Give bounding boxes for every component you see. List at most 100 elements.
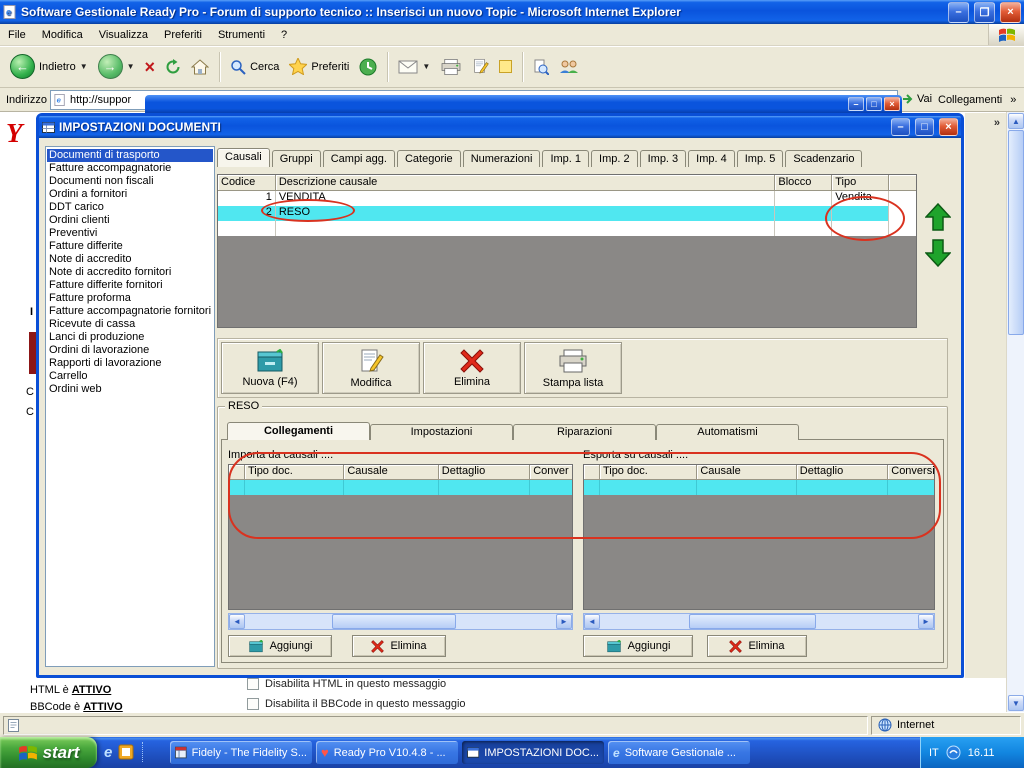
forward-button[interactable]: → ▼ [94, 51, 139, 82]
column-header[interactable]: Blocco [775, 175, 833, 191]
tab-automatismi[interactable]: Automatismi [656, 424, 799, 440]
column-header[interactable]: Causale [697, 465, 797, 480]
minimize-button[interactable]: – [848, 97, 864, 111]
history-button[interactable] [355, 55, 381, 79]
column-header[interactable]: Dettaglio [796, 465, 889, 480]
tab-numerazioni[interactable]: Numerazioni [462, 150, 541, 167]
list-item-selected[interactable]: Documenti di trasporto [47, 149, 213, 162]
cell-descrizione[interactable]: VENDITA [275, 191, 776, 206]
list-item[interactable]: Fatture proforma [47, 292, 213, 305]
cell-codice[interactable]: 1 [218, 191, 276, 206]
clock[interactable]: 16.11 [968, 747, 995, 759]
tab-causali[interactable]: Causali [217, 148, 270, 167]
scrollbar-thumb[interactable] [1008, 130, 1024, 335]
column-header[interactable]: Causale [344, 465, 439, 480]
mail-button[interactable]: ▼ [394, 57, 434, 77]
scrollbar-thumb[interactable] [689, 614, 817, 629]
scroll-up-icon[interactable]: ▲ [1008, 113, 1024, 129]
tab-collegamenti[interactable]: Collegamenti [227, 422, 370, 440]
column-header[interactable]: Tipo doc. [599, 465, 698, 480]
list-item[interactable]: Carrello [47, 370, 213, 383]
elimina-button[interactable]: Elimina [423, 342, 521, 394]
links-bar[interactable]: Collegamenti » [938, 94, 1016, 106]
messenger-button[interactable] [555, 57, 583, 77]
close-button[interactable]: × [884, 97, 900, 111]
chevron-right-icon[interactable]: » [1010, 94, 1016, 106]
start-button[interactable]: start [0, 737, 97, 768]
list-item[interactable]: Fatture accompagnatorie [47, 162, 213, 175]
stop-button[interactable]: × [141, 55, 160, 79]
app-quicklaunch-icon[interactable] [118, 744, 134, 760]
list-item[interactable]: Note di accredito [47, 253, 213, 266]
list-item[interactable]: Preventivi [47, 227, 213, 240]
tab-impostazioni[interactable]: Impostazioni [370, 424, 513, 440]
task-impostazioni-active[interactable]: IMPOSTAZIONI DOC... [462, 741, 604, 764]
forward-dropdown-icon[interactable]: ▼ [127, 62, 135, 71]
menu-modifica[interactable]: Modifica [34, 26, 91, 44]
column-header[interactable]: Codice [218, 175, 276, 191]
import-grid[interactable]: Tipo doc. Causale Dettaglio Conver [228, 464, 573, 610]
list-item[interactable]: Fatture differite [47, 240, 213, 253]
move-down-button[interactable] [923, 238, 953, 268]
tab-scadenzario[interactable]: Scadenzario [785, 150, 863, 167]
list-item[interactable]: Fatture accompagnatorie fornitori [47, 305, 213, 318]
menu-file[interactable]: File [0, 26, 34, 44]
scrollbar-track[interactable] [245, 614, 556, 629]
modifica-button[interactable]: Modifica [322, 342, 420, 394]
toolbar-overflow-chevron-icon[interactable]: » [994, 117, 1000, 129]
list-item[interactable]: Ordini web [47, 383, 213, 396]
list-item[interactable]: Ricevute di cassa [47, 318, 213, 331]
menu-strumenti[interactable]: Strumenti [210, 26, 273, 44]
task-readypro[interactable]: ♥ Ready Pro V10.4.8 - ... [316, 741, 458, 764]
tab-imp4[interactable]: Imp. 4 [688, 150, 735, 167]
menu-help[interactable]: ? [273, 26, 295, 44]
column-header[interactable]: Conversi [888, 465, 934, 480]
cell-tipo[interactable] [832, 206, 890, 221]
home-button[interactable] [187, 56, 213, 78]
search-button[interactable]: Cerca [226, 56, 283, 78]
scroll-right-icon[interactable]: ► [918, 614, 934, 629]
ie-quicklaunch-icon[interactable]: e [104, 745, 112, 760]
column-header[interactable]: Tipo doc. [244, 465, 345, 480]
list-item[interactable]: Ordini di lavorazione [47, 344, 213, 357]
tab-categorie[interactable]: Categorie [396, 150, 461, 167]
menu-visualizza[interactable]: Visualizza [91, 26, 156, 44]
export-elimina-button[interactable]: Elimina [707, 635, 807, 657]
scroll-left-icon[interactable]: ◄ [229, 614, 245, 629]
export-horizontal-scrollbar[interactable]: ◄ ► [583, 613, 935, 630]
tab-campi-agg[interactable]: Campi agg. [322, 150, 395, 167]
grid-row-selected-empty[interactable] [229, 480, 572, 495]
list-item[interactable]: Rapporti di lavorazione [47, 357, 213, 370]
scroll-right-icon[interactable]: ► [556, 614, 572, 629]
vertical-scrollbar[interactable]: ▲ ▼ [1006, 112, 1024, 712]
minimize-button[interactable]: – [948, 1, 969, 23]
cell-tipo[interactable]: Vendita [832, 191, 890, 206]
list-item[interactable]: Ordini a fornitori [47, 188, 213, 201]
research-button[interactable] [529, 56, 553, 78]
grid-row-selected-empty[interactable] [584, 480, 934, 495]
import-horizontal-scrollbar[interactable]: ◄ ► [228, 613, 573, 630]
stampa-lista-button[interactable]: Stampa lista [524, 342, 622, 394]
grid-row-vendita[interactable]: 1 VENDITA Vendita [218, 191, 916, 206]
minimize-button[interactable]: – [891, 118, 910, 136]
move-up-button[interactable] [923, 202, 953, 232]
document-type-list[interactable]: Documenti di trasporto Fatture accompagn… [45, 146, 215, 667]
html-status-link[interactable]: ATTIVO [72, 684, 112, 696]
import-aggiungi-button[interactable]: Aggiungi [228, 635, 332, 657]
cell-blocco[interactable] [775, 191, 833, 206]
list-item[interactable]: Note di accredito fornitori [47, 266, 213, 279]
scrollbar-thumb[interactable] [332, 614, 457, 629]
cell-blocco[interactable] [775, 206, 833, 221]
restore-button[interactable]: ❐ [974, 1, 995, 23]
mail-dropdown-icon[interactable]: ▼ [422, 62, 430, 71]
cell-descrizione[interactable]: RESO [275, 206, 776, 221]
scroll-left-icon[interactable]: ◄ [584, 614, 600, 629]
list-item[interactable]: Fatture differite fornitori [47, 279, 213, 292]
task-fidely[interactable]: Fidely - The Fidelity S... [170, 741, 312, 764]
scrollbar-track[interactable] [600, 614, 918, 629]
maximize-button[interactable]: □ [915, 118, 934, 136]
import-elimina-button[interactable]: Elimina [352, 635, 446, 657]
disable-bbcode-checkbox-row[interactable]: Disabilita il BBCode in questo messaggio [247, 698, 466, 710]
list-item[interactable]: Lanci di produzione [47, 331, 213, 344]
print-button[interactable] [436, 55, 466, 79]
